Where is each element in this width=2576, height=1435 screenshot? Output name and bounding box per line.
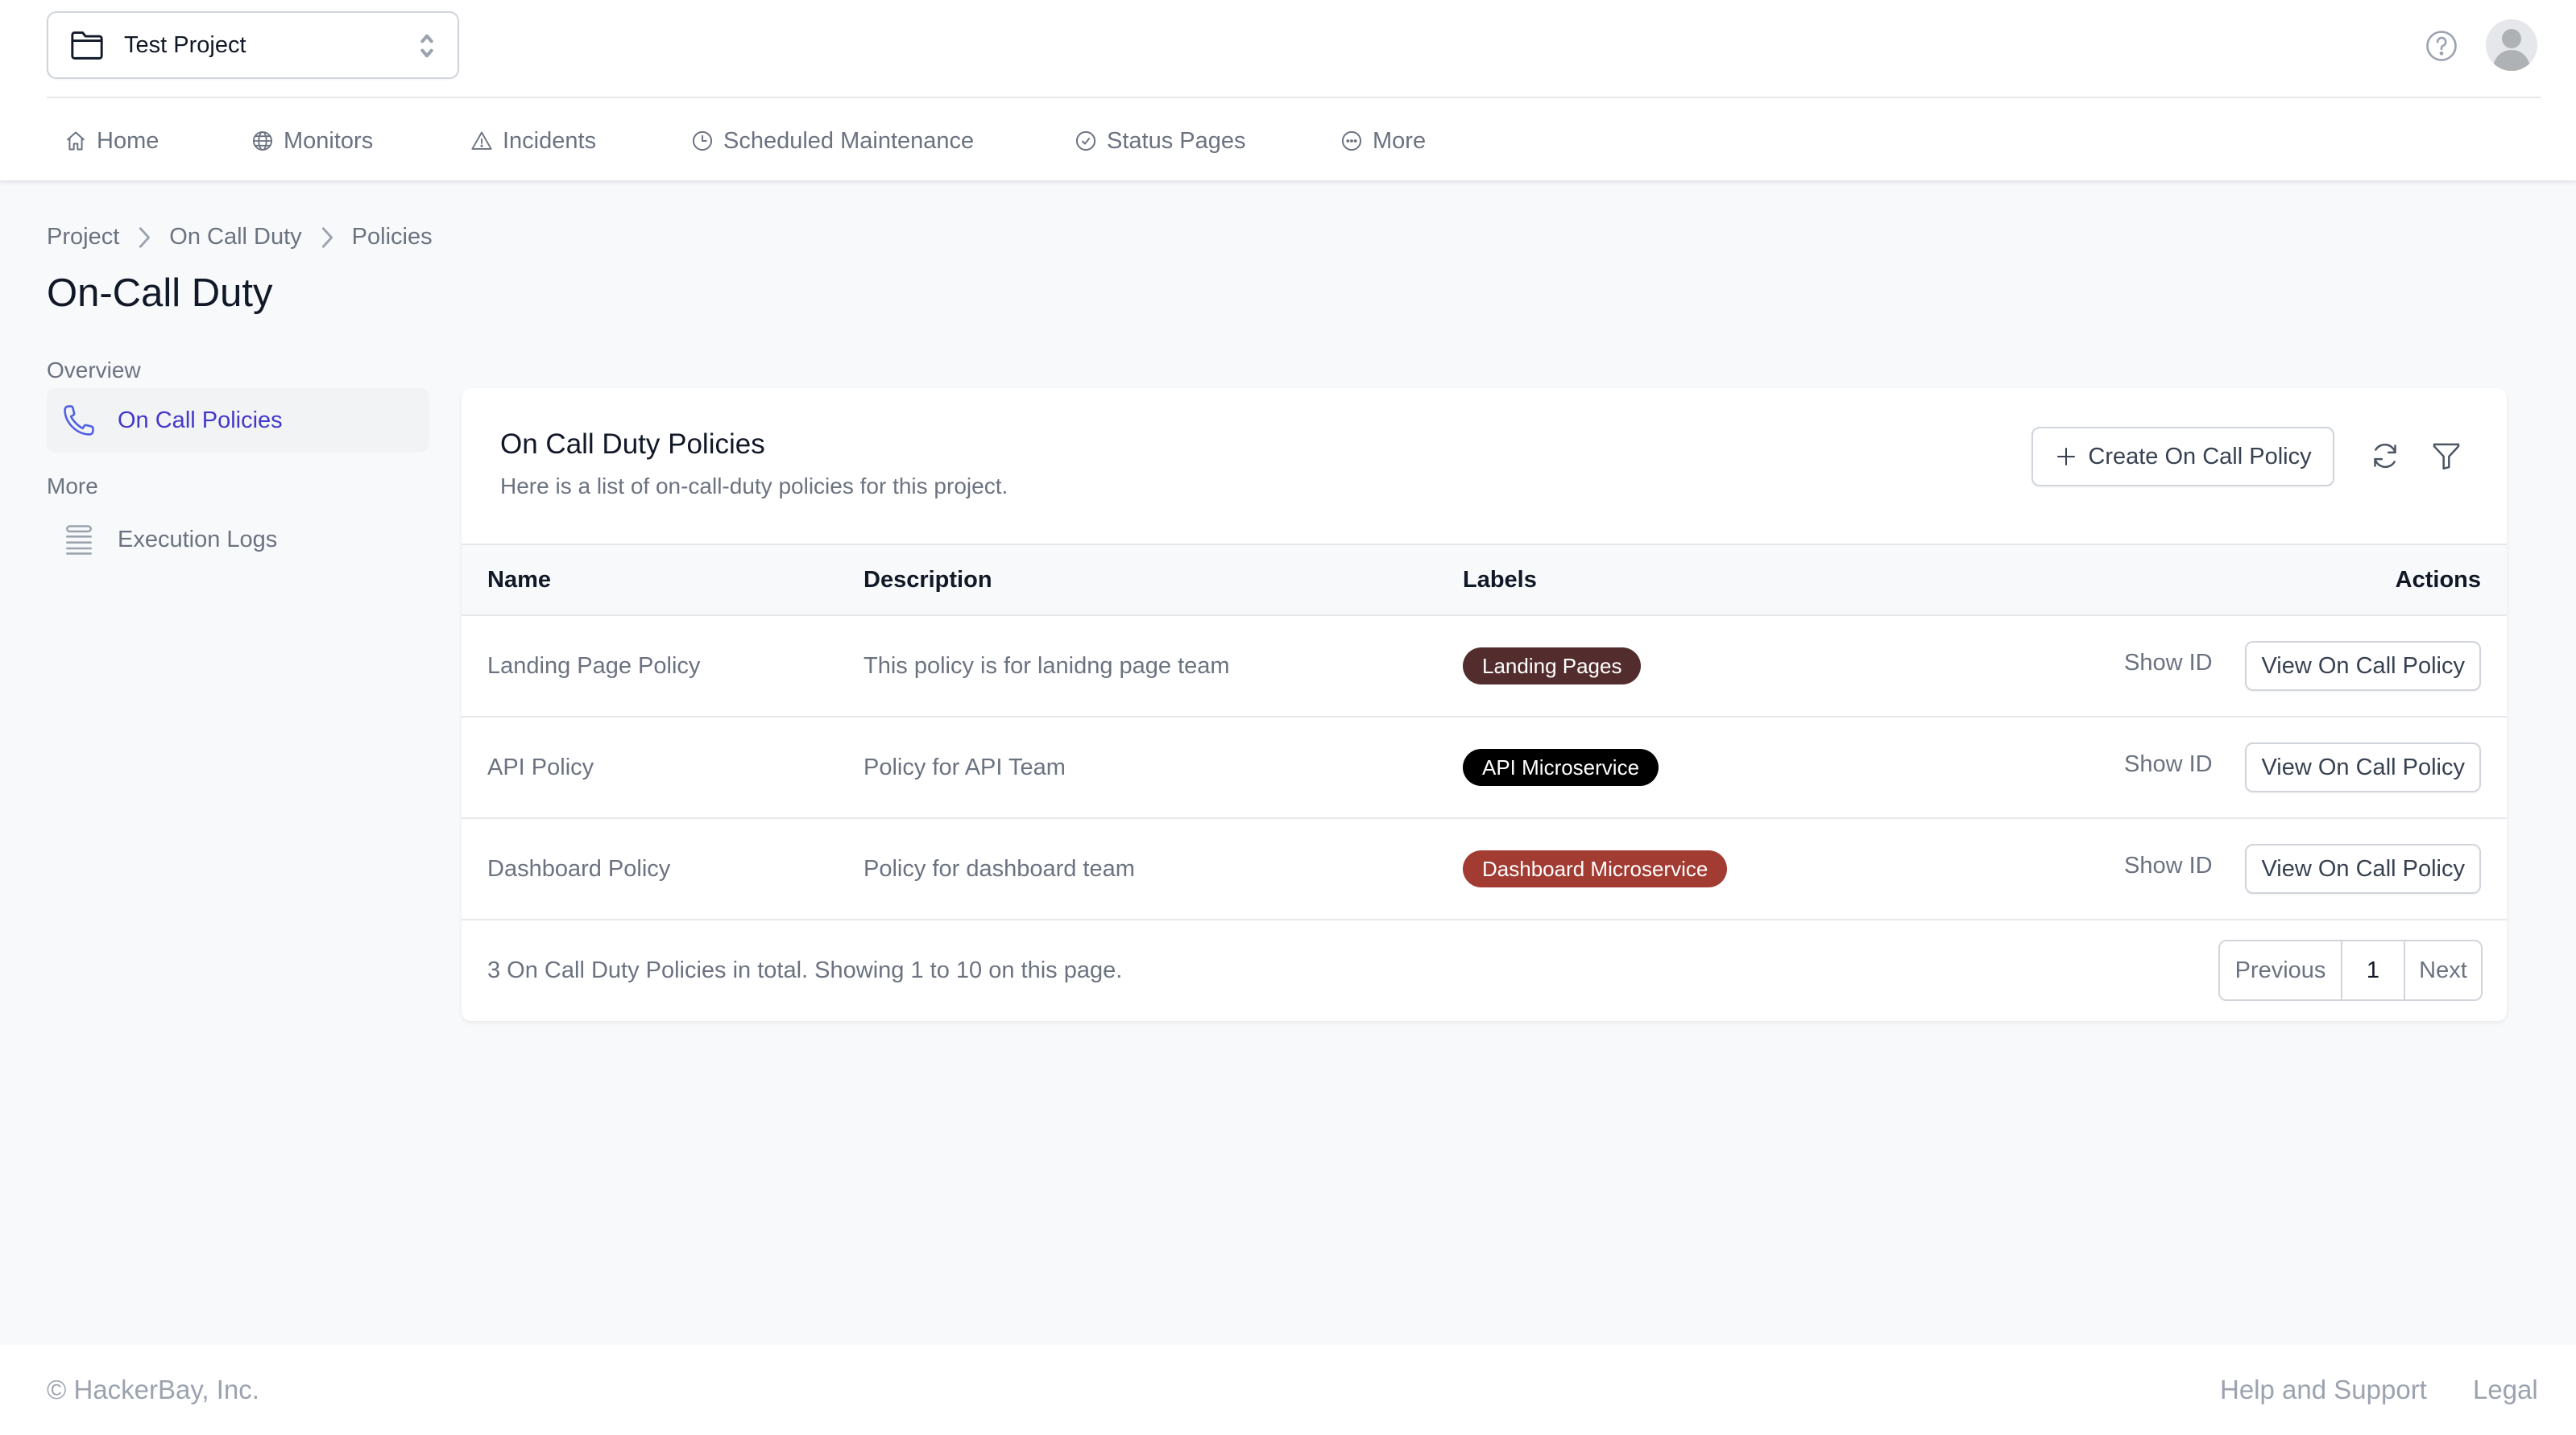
table-footer: 3 On Call Duty Policies in total. Showin… — [462, 920, 2507, 1021]
create-button-label: Create On Call Policy — [2088, 443, 2312, 469]
footer-link-help-and-support[interactable]: Help and Support — [2220, 1345, 2427, 1435]
create-on-call-policy-button[interactable]: Create On Call Policy — [2031, 427, 2334, 486]
nav-status-pages[interactable]: Status Pages — [1075, 113, 1246, 169]
page-footer: © HackerBay, Inc. Help and Support Legal — [0, 1345, 2576, 1435]
column-header-labels[interactable]: Labels — [1463, 545, 1537, 614]
show-id-cell: Show ID — [2124, 616, 2213, 709]
header-divider — [47, 97, 2541, 98]
view-on-call-policy-button[interactable]: View On Call Policy — [2245, 844, 2481, 894]
plus-icon — [2057, 448, 2076, 465]
refresh-button[interactable] — [2367, 438, 2403, 474]
check-circle-icon — [1075, 130, 1096, 151]
sidebar-item-label: On Call Policies — [118, 407, 283, 433]
table-row: Landing Page Policy This policy is for l… — [462, 616, 2507, 718]
nav-home-label: Home — [97, 127, 159, 154]
policies-card: On Call Duty Policies Here is a list of … — [462, 388, 2507, 1021]
table-row: Dashboard Policy Policy for dashboard te… — [462, 819, 2507, 920]
nav-more-label: More — [1373, 127, 1427, 154]
home-icon — [66, 131, 85, 151]
folder-icon — [71, 31, 103, 60]
breadcrumb-project[interactable]: Project — [47, 224, 119, 250]
card-description: Here is a list of on-call-duty policies … — [500, 474, 1008, 498]
label-badge: Landing Pages — [1463, 647, 1642, 684]
pagination-page-1[interactable]: 1 — [2341, 941, 2404, 999]
nav-more[interactable]: More — [1340, 113, 1426, 169]
policy-name: API Policy — [487, 754, 594, 780]
chevron-right-icon — [139, 226, 151, 248]
policy-name: Landing Page Policy — [487, 652, 701, 679]
chevron-right-icon — [321, 226, 333, 248]
show-id-cell: Show ID — [2124, 819, 2213, 912]
policy-description: Policy for API Team — [863, 754, 1066, 780]
sidebar-heading-more: More — [47, 474, 98, 498]
breadcrumb: Project On Call Duty Policies — [47, 224, 433, 250]
more-circle-icon — [1341, 130, 1362, 151]
alert-triangle-icon — [471, 131, 492, 150]
nav-incidents-label: Incidents — [503, 127, 597, 154]
label-cell: Landing Pages — [1463, 616, 1642, 716]
footer-link-legal[interactable]: Legal — [2473, 1345, 2538, 1435]
policy-name: Dashboard Policy — [487, 855, 671, 882]
show-id-link[interactable]: Show ID — [2124, 853, 2213, 879]
copyright: © HackerBay, Inc. — [47, 1375, 259, 1404]
nav-scheduled-maintenance-label: Scheduled Maintenance — [723, 127, 975, 154]
column-header-actions: Actions — [2395, 566, 2481, 593]
nav-status-pages-label: Status Pages — [1107, 127, 1246, 154]
project-name: Test Project — [124, 31, 246, 58]
label-badge: API Microservice — [1463, 749, 1659, 786]
pagination: Previous 1 Next — [2218, 940, 2483, 1001]
show-id-link[interactable]: Show ID — [2124, 751, 2213, 778]
nav-scheduled-maintenance[interactable]: Scheduled Maintenance — [691, 113, 974, 169]
show-id-link[interactable]: Show ID — [2124, 650, 2213, 676]
label-badge: Dashboard Microservice — [1463, 850, 1728, 887]
policy-description: Policy for dashboard team — [863, 855, 1135, 882]
refresh-icon — [2374, 443, 2396, 469]
show-id-cell: Show ID — [2124, 718, 2213, 811]
phone-icon — [64, 405, 94, 436]
nav-monitors-label: Monitors — [284, 127, 374, 154]
pagination-next[interactable]: Next — [2404, 941, 2481, 999]
sidebar-item-label: Execution Logs — [118, 526, 278, 552]
view-on-call-policy-button[interactable]: View On Call Policy — [2245, 641, 2481, 691]
breadcrumb-on-call-duty[interactable]: On Call Duty — [169, 224, 301, 250]
globe-icon — [252, 130, 273, 151]
column-header-name[interactable]: Name — [487, 545, 551, 614]
sidebar-item-on-call-policies[interactable]: On Call Policies — [47, 388, 429, 453]
sidebar-heading-overview: Overview — [47, 358, 141, 383]
table-row: API Policy Policy for API Team API Micro… — [462, 718, 2507, 819]
breadcrumb-policies[interactable]: Policies — [352, 224, 433, 250]
label-cell: API Microservice — [1463, 718, 1659, 817]
question-circle-icon[interactable] — [2425, 29, 2458, 63]
project-selector[interactable]: Test Project — [47, 11, 459, 79]
chevron-updown-icon — [420, 34, 433, 58]
policy-description: This policy is for lanidng page team — [863, 652, 1230, 679]
column-header-description[interactable]: Description — [863, 545, 992, 614]
card-title: On Call Duty Policies — [500, 428, 765, 460]
table-summary: 3 On Call Duty Policies in total. Showin… — [487, 957, 1123, 983]
user-silhouette-icon — [2492, 29, 2531, 71]
table-header: Name Description Labels Actions — [462, 544, 2507, 616]
nav-home[interactable]: Home — [64, 113, 159, 169]
user-avatar[interactable] — [2486, 19, 2537, 71]
list-icon — [66, 525, 92, 555]
page-title: On-Call Duty — [47, 271, 273, 315]
nav-monitors[interactable]: Monitors — [251, 113, 373, 169]
sidebar-item-execution-logs[interactable]: Execution Logs — [47, 507, 429, 572]
clock-icon — [692, 130, 713, 151]
pagination-previous[interactable]: Previous — [2220, 941, 2341, 999]
label-cell: Dashboard Microservice — [1463, 819, 1728, 919]
filter-icon — [2433, 443, 2460, 470]
view-on-call-policy-button[interactable]: View On Call Policy — [2245, 742, 2481, 792]
top-header: Test Project Home Monitors Incidents Sch… — [0, 0, 2576, 182]
nav-incidents[interactable]: Incidents — [470, 113, 596, 169]
filter-button[interactable] — [2429, 438, 2464, 474]
